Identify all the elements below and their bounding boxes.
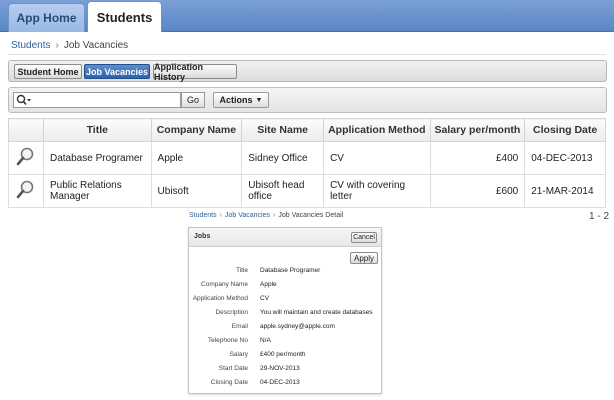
table-row: Public Relations Manager Ubisoft Ubisoft… bbox=[8, 174, 606, 208]
magnifier-icon[interactable] bbox=[15, 179, 37, 201]
search-box bbox=[13, 92, 181, 108]
table-cell: Ubisoft bbox=[150, 174, 243, 208]
table-header-row: Title Company Name Site Name Application… bbox=[8, 118, 606, 142]
field-label: Application Method bbox=[192, 295, 248, 302]
application-history-button[interactable]: Application History bbox=[153, 62, 237, 82]
magnifier-icon[interactable] bbox=[15, 146, 37, 168]
column-header-salary[interactable]: Salary per/month bbox=[429, 118, 526, 142]
field-label: Title bbox=[235, 267, 248, 274]
field-title: Title Database Programer bbox=[189, 267, 381, 277]
field-label: Description bbox=[215, 309, 248, 316]
field-salary: Salary £400 per/month bbox=[189, 351, 381, 361]
page-nav-bar: Student Home Job Vacancies Application H… bbox=[8, 60, 607, 82]
actions-label: Actions bbox=[219, 95, 253, 105]
table-cell: £600 bbox=[429, 174, 526, 208]
cancel-button[interactable]: Cancel bbox=[351, 232, 377, 243]
detail-breadcrumb-students-link[interactable]: Students bbox=[189, 212, 217, 219]
pagination-label: 1 - 2 bbox=[589, 211, 610, 222]
table-cell: Apple bbox=[150, 141, 243, 175]
column-header-company-name[interactable]: Company Name bbox=[150, 118, 243, 142]
jobs-panel-header: Jobs Cancel bbox=[189, 228, 381, 247]
table-cell: £400 bbox=[429, 141, 526, 175]
field-value: apple.sydney@apple.com bbox=[260, 323, 335, 330]
field-label: Closing Date bbox=[210, 379, 248, 386]
search-bar: Go Actions ▼ bbox=[8, 87, 607, 113]
field-value: You will maintain and create databases bbox=[260, 309, 373, 316]
field-value: CV bbox=[260, 295, 270, 302]
detail-breadcrumb: Students › Job Vacancies › Job Vacancies Det… bbox=[189, 212, 343, 219]
table-cell: Public Relations Manager bbox=[43, 174, 152, 208]
student-home-button[interactable]: Student Home bbox=[14, 64, 82, 79]
field-telephone: Telephone No N/A bbox=[189, 337, 381, 347]
top-tab-bar: App Home Students bbox=[0, 0, 614, 32]
column-header-closing-date[interactable]: Closing Date bbox=[524, 118, 606, 142]
column-header-icon bbox=[8, 118, 44, 142]
chevron-down-icon: ▼ bbox=[255, 96, 263, 104]
field-label: Email bbox=[231, 323, 248, 330]
divider bbox=[8, 54, 606, 55]
table-cell: CV bbox=[323, 141, 431, 175]
table-cell: 04-DEC-2013 bbox=[524, 141, 606, 175]
table-cell: CV with covering letter bbox=[323, 174, 431, 208]
field-closing-date: Closing Date 04-DEC-2013 bbox=[189, 379, 381, 389]
actions-menu-button[interactable]: Actions ▼ bbox=[213, 92, 269, 108]
field-start-date: Start Date 29-NOV-2013 bbox=[189, 365, 381, 375]
field-label: Salary bbox=[229, 351, 248, 358]
breadcrumb-current: Job Vacancies bbox=[63, 40, 129, 51]
detail-breadcrumb-vacancies-link[interactable]: Job Vacancies bbox=[225, 212, 270, 219]
breadcrumb-students-link[interactable]: Students bbox=[11, 40, 50, 51]
search-icon[interactable] bbox=[16, 94, 32, 106]
field-value: 04-DEC-2013 bbox=[260, 379, 300, 386]
table-cell: Database Programer bbox=[43, 141, 152, 175]
table-cell: 21-MAR-2014 bbox=[524, 174, 606, 208]
field-label: Start Date bbox=[218, 365, 248, 372]
table-row: Database Programer Apple Sidney Office C… bbox=[8, 141, 606, 175]
field-company-name: Company Name Apple bbox=[189, 281, 381, 291]
field-value: 29-NOV-2013 bbox=[260, 365, 300, 372]
row-view-cell[interactable] bbox=[8, 174, 44, 208]
apply-button[interactable]: Apply bbox=[350, 252, 378, 264]
breadcrumb-separator: › bbox=[273, 212, 276, 219]
job-vacancies-table: Title Company Name Site Name Application… bbox=[8, 118, 606, 208]
field-email: Email apple.sydney@apple.com bbox=[189, 323, 381, 333]
field-application-method: Application Method CV bbox=[189, 295, 381, 305]
tab-app-home[interactable]: App Home bbox=[8, 3, 85, 32]
column-header-application-method[interactable]: Application Method bbox=[323, 118, 431, 142]
search-input[interactable] bbox=[34, 93, 179, 107]
table-cell: Ubisoft head office bbox=[241, 174, 325, 208]
field-value: Apple bbox=[260, 281, 277, 288]
table-cell: Sidney Office bbox=[241, 141, 325, 175]
breadcrumb: Students › Job Vacancies bbox=[11, 40, 128, 51]
detail-breadcrumb-current: Job Vacancies Detail bbox=[278, 212, 344, 219]
column-header-title[interactable]: Title bbox=[43, 118, 152, 142]
go-button[interactable]: Go bbox=[181, 92, 205, 108]
job-vacancies-button[interactable]: Job Vacancies bbox=[84, 64, 150, 79]
field-label: Company Name bbox=[201, 281, 248, 288]
field-description: Description You will maintain and create … bbox=[189, 309, 381, 319]
jobs-panel-title: Jobs bbox=[194, 233, 211, 240]
field-value: N/A bbox=[260, 337, 271, 344]
row-view-cell[interactable] bbox=[8, 141, 44, 175]
field-value: Database Programer bbox=[260, 267, 321, 274]
breadcrumb-separator: › bbox=[55, 40, 59, 51]
tab-students[interactable]: Students bbox=[87, 1, 162, 32]
breadcrumb-separator: › bbox=[219, 212, 222, 219]
field-label: Telephone No bbox=[207, 337, 248, 344]
column-header-site-name[interactable]: Site Name bbox=[241, 118, 325, 142]
jobs-detail-panel: Jobs Cancel Apply Title Database Programe… bbox=[188, 227, 382, 394]
field-value: £400 per/month bbox=[260, 351, 306, 358]
